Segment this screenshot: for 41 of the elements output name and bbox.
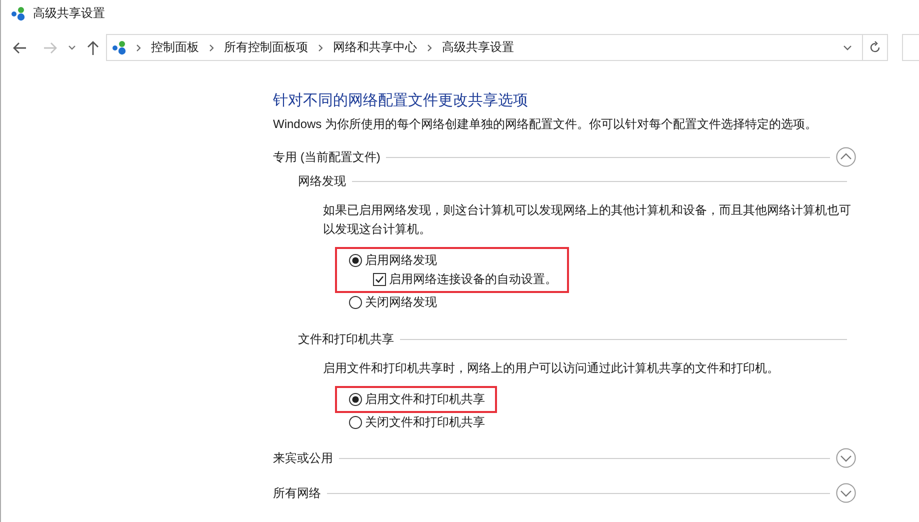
chevron-right-icon[interactable] bbox=[136, 44, 141, 52]
checkbox-label[interactable]: 启用网络连接设备的自动设置。 bbox=[389, 271, 557, 288]
section-title: 来宾或公用 bbox=[273, 450, 333, 466]
network-icon bbox=[11, 6, 25, 20]
breadcrumb-item[interactable]: 控制面板 bbox=[151, 39, 199, 56]
radio-label[interactable]: 启用文件和打印机共享 bbox=[365, 391, 485, 408]
refresh-icon bbox=[870, 41, 881, 54]
description-text: 启用文件和打印机共享时，网络上的用户可以访问通过此计算机共享的文件和打印机。 bbox=[322, 360, 780, 377]
address-bar[interactable]: 控制面板 所有控制面板项 网络和共享中心 高级共享设置 bbox=[106, 34, 863, 61]
radio-button[interactable] bbox=[349, 254, 362, 267]
intro-text: Windows 为你所使用的每个网络创建单独的网络配置文件。你可以针对每个配置文件选择特定的选项。 bbox=[273, 116, 818, 132]
description-text: 如果已启用网络发现，则这台计算机可以发现网络上的其他计算机和设备，而且其他网络计算机也可以发现这台计算机。 bbox=[322, 202, 852, 238]
chevron-right-icon[interactable] bbox=[209, 44, 214, 52]
radio-label[interactable]: 关闭文件和打印机共享 bbox=[365, 414, 485, 431]
breadcrumb-item[interactable]: 所有控制面板项 bbox=[224, 39, 308, 56]
radio-button[interactable] bbox=[349, 416, 362, 429]
chevron-down-icon[interactable] bbox=[68, 44, 76, 50]
search-field[interactable] bbox=[902, 34, 919, 61]
window-title: 高级共享设置 bbox=[33, 4, 105, 22]
radio-button[interactable] bbox=[349, 393, 362, 406]
expand-chevron-icon[interactable] bbox=[836, 483, 856, 503]
up-arrow-icon[interactable] bbox=[86, 40, 100, 56]
radio-label[interactable]: 关闭网络发现 bbox=[365, 294, 437, 311]
group-title: 文件和打印机共享 bbox=[298, 331, 394, 348]
refresh-button[interactable] bbox=[863, 34, 888, 61]
expand-chevron-icon[interactable] bbox=[836, 448, 856, 468]
group-title: 网络发现 bbox=[298, 173, 346, 190]
chevron-right-icon[interactable] bbox=[427, 44, 432, 52]
section-title: 专用 (当前配置文件) bbox=[273, 148, 380, 166]
back-arrow-icon[interactable] bbox=[12, 40, 28, 56]
page-heading: 针对不同的网络配置文件更改共享选项 bbox=[273, 91, 529, 111]
chevron-right-icon[interactable] bbox=[318, 44, 323, 52]
checkbox[interactable] bbox=[373, 273, 386, 286]
chevron-down-icon[interactable] bbox=[843, 44, 852, 50]
collapse-chevron-icon[interactable] bbox=[836, 147, 856, 167]
section-title: 所有网络 bbox=[273, 484, 321, 502]
network-icon bbox=[112, 40, 126, 55]
breadcrumb-item[interactable]: 网络和共享中心 bbox=[333, 39, 417, 56]
radio-button[interactable] bbox=[349, 296, 362, 309]
breadcrumb-item[interactable]: 高级共享设置 bbox=[442, 39, 514, 56]
radio-label[interactable]: 启用网络发现 bbox=[365, 252, 437, 269]
